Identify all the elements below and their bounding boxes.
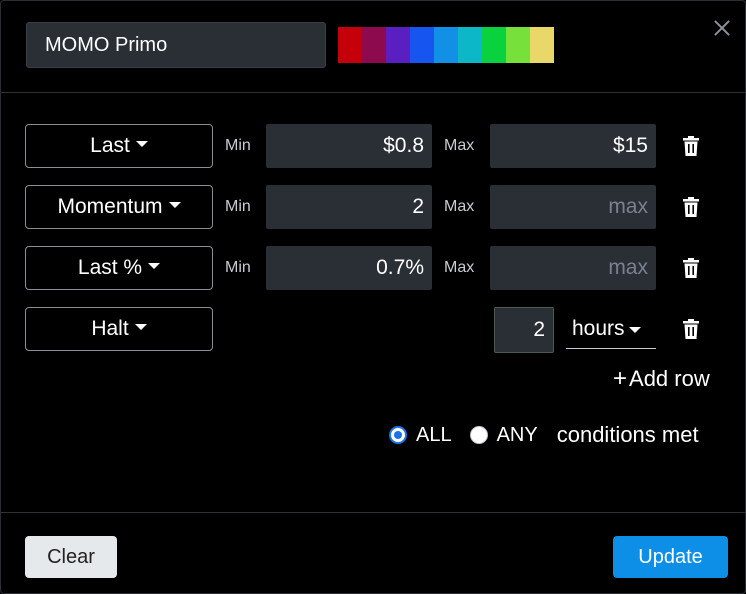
max-label: Max xyxy=(444,137,475,154)
radio-any-label: ANY xyxy=(496,423,538,446)
trash-icon[interactable] xyxy=(682,258,700,278)
filter-name-input[interactable] xyxy=(26,22,326,68)
time-unit-dropdown[interactable]: hours xyxy=(566,309,656,349)
min-input[interactable] xyxy=(266,185,432,229)
field-dropdown-label: Last xyxy=(90,134,130,157)
max-input[interactable] xyxy=(490,246,656,290)
field-dropdown-momentum[interactable]: Momentum xyxy=(25,185,213,229)
conditions-met-text: conditions met xyxy=(556,422,699,447)
color-swatch-purple[interactable] xyxy=(386,27,410,63)
trash-icon[interactable] xyxy=(682,197,700,217)
clear-button[interactable]: Clear xyxy=(25,536,117,578)
field-dropdown-label: Last % xyxy=(77,256,143,279)
color-swatch-lime[interactable] xyxy=(506,27,530,63)
condition-match-group: ALL ANY conditions met xyxy=(389,421,699,449)
color-swatches xyxy=(338,27,554,63)
caret-down-icon xyxy=(148,263,161,269)
min-label: Min xyxy=(225,198,251,215)
condition-row: Halt hours xyxy=(1,307,746,353)
field-dropdown-last-percent[interactable]: Last % xyxy=(25,246,213,290)
footer-divider xyxy=(1,512,746,513)
caret-down-icon xyxy=(168,202,181,208)
radio-any[interactable] xyxy=(469,426,488,444)
add-row-button[interactable]: +Add row xyxy=(613,364,710,394)
field-dropdown-label: Halt xyxy=(91,317,129,340)
color-swatch-cyan[interactable] xyxy=(458,27,482,63)
halt-amount-input[interactable] xyxy=(494,307,554,353)
color-swatch-blue[interactable] xyxy=(410,27,434,63)
radio-all-label: ALL xyxy=(416,423,452,446)
color-swatch-green[interactable] xyxy=(482,27,506,63)
color-swatch-sky[interactable] xyxy=(434,27,458,63)
condition-row: Momentum Min Max xyxy=(1,185,746,231)
condition-row: Last % Min Max xyxy=(1,246,746,292)
close-icon[interactable] xyxy=(709,15,735,41)
min-label: Min xyxy=(225,137,251,154)
condition-row: Last Min Max xyxy=(1,124,746,170)
plus-icon: + xyxy=(613,365,628,392)
color-swatch-red[interactable] xyxy=(338,27,362,63)
min-input[interactable] xyxy=(266,246,432,290)
add-row-label: Add row xyxy=(629,366,710,391)
radio-all[interactable] xyxy=(389,426,407,444)
update-button[interactable]: Update xyxy=(613,536,728,578)
filter-dialog: Last Min Max Momentum Min Max Last % Min… xyxy=(0,0,746,594)
caret-down-icon xyxy=(628,327,641,333)
time-unit-label: hours xyxy=(572,317,625,340)
trash-icon[interactable] xyxy=(682,319,700,339)
field-dropdown-halt[interactable]: Halt xyxy=(25,307,213,351)
max-input[interactable] xyxy=(490,124,656,168)
min-label: Min xyxy=(225,259,251,276)
trash-icon[interactable] xyxy=(682,136,700,156)
min-input[interactable] xyxy=(266,124,432,168)
max-input[interactable] xyxy=(490,185,656,229)
color-swatch-maroon[interactable] xyxy=(362,27,386,63)
caret-down-icon xyxy=(135,141,148,147)
caret-down-icon xyxy=(134,324,147,330)
max-label: Max xyxy=(444,259,475,276)
color-swatch-yellow[interactable] xyxy=(530,27,554,63)
field-dropdown-last[interactable]: Last xyxy=(25,124,213,168)
dialog-header xyxy=(1,1,746,93)
max-label: Max xyxy=(444,198,475,215)
field-dropdown-label: Momentum xyxy=(57,195,163,218)
